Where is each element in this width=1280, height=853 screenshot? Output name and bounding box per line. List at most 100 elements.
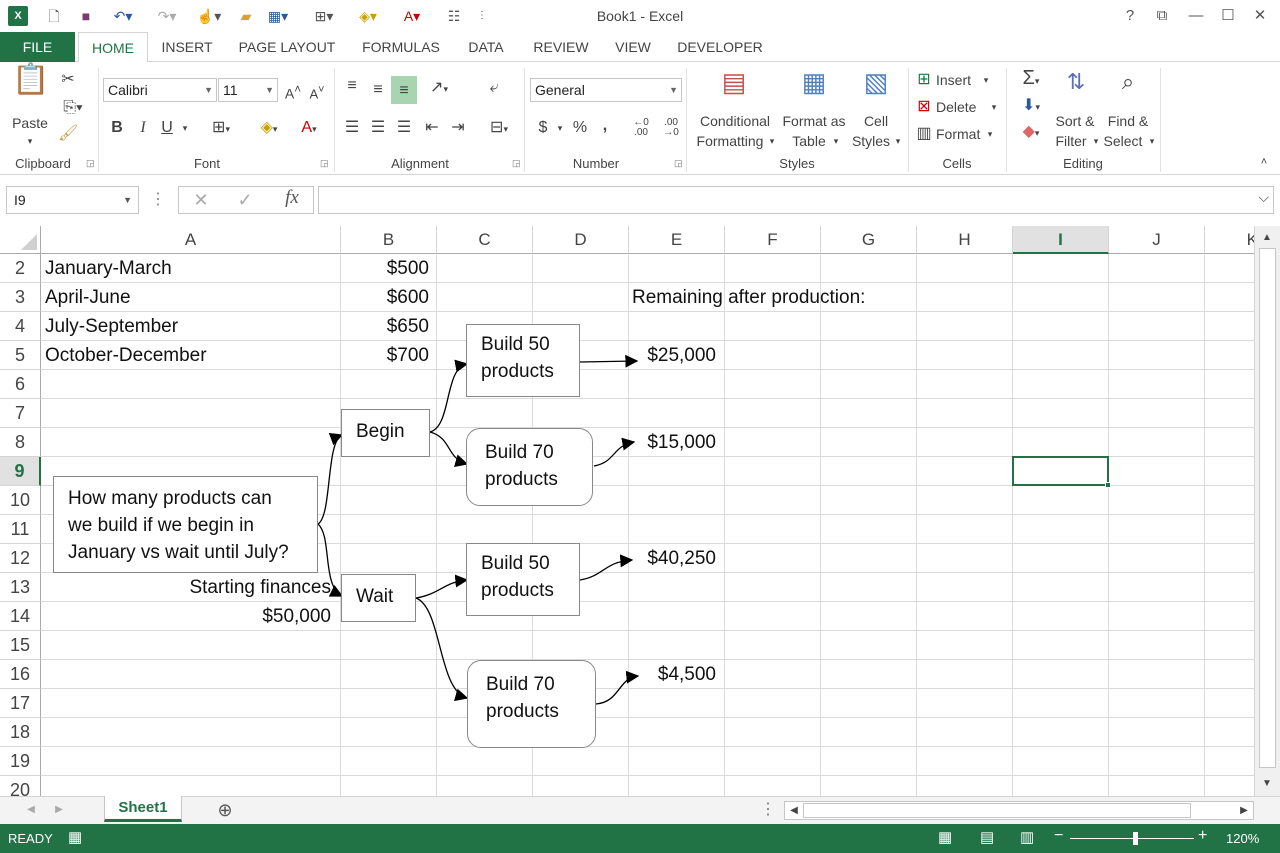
borders-icon[interactable]: ⊞▾ — [204, 118, 238, 139]
clear-icon[interactable]: ◆▾ — [1014, 122, 1048, 143]
chevron-down-icon[interactable]: ▾ — [988, 98, 1000, 116]
middle-align-icon[interactable]: ≡ — [368, 80, 388, 100]
align-center-icon[interactable]: ☰ — [368, 118, 388, 138]
zoom-slider-thumb[interactable] — [1133, 832, 1138, 845]
page-layout-view-icon[interactable]: ▤ — [980, 828, 994, 846]
cancel-icon[interactable]: ✕ — [190, 190, 212, 210]
tab-review[interactable]: REVIEW — [528, 32, 594, 62]
underline-button[interactable]: U — [158, 118, 176, 138]
begin-box[interactable]: Begin — [341, 409, 430, 457]
zoom-slider-track[interactable] — [1070, 838, 1194, 839]
borders-icon[interactable]: ⊞▾ — [308, 6, 340, 26]
font-color-icon[interactable]: A▾ — [292, 118, 326, 139]
scroll-left-icon[interactable]: ◀ — [787, 801, 801, 821]
open-folder-icon[interactable]: ▰ — [236, 6, 256, 26]
delete-cells-icon[interactable]: ⊠ — [914, 97, 934, 117]
tab-formulas[interactable]: FORMULAS — [356, 32, 446, 62]
chevron-down-icon[interactable]: ▾ — [892, 132, 904, 150]
horizontal-scroll-thumb[interactable] — [803, 803, 1191, 818]
zoom-in-icon[interactable]: + — [1198, 827, 1207, 845]
alignment-launcher-icon[interactable]: ◲ — [512, 158, 521, 169]
increase-decimal-icon[interactable]: ←0.00 — [628, 118, 654, 138]
sort-filter-label2[interactable]: Filter — [1050, 132, 1092, 150]
bottom-align-icon[interactable]: ≡ — [391, 76, 417, 104]
touch-mode-icon[interactable]: ☝▾ — [194, 6, 224, 26]
paste-dropdown-icon[interactable]: ▾ — [20, 132, 40, 150]
question-box[interactable]: How many products can we build if we beg… — [53, 476, 318, 573]
format-as-table-label1[interactable]: Format as — [780, 112, 848, 130]
result-15000[interactable]: $15,000 — [640, 428, 716, 457]
worksheet-grid[interactable]: A B C D E F G H I J K 2 3 4 5 6 7 8 9 10… — [0, 226, 1254, 796]
minimize-button[interactable]: — — [1184, 5, 1208, 27]
number-launcher-icon[interactable]: ◲ — [674, 158, 683, 169]
tab-home[interactable]: HOME — [78, 32, 148, 63]
new-file-icon[interactable]: 🗋 — [44, 6, 64, 26]
top-align-icon[interactable]: ≡ — [342, 76, 362, 96]
next-sheet-icon[interactable]: ▶ — [52, 800, 66, 820]
tab-insert[interactable]: INSERT — [158, 32, 216, 62]
conditional-formatting-icon[interactable]: ▤ — [714, 69, 754, 108]
redo-icon[interactable]: ↷▾ — [152, 6, 182, 26]
chart-icon[interactable]: ▦▾ — [262, 6, 294, 26]
build-70-begin-box[interactable]: Build 70 products — [466, 428, 593, 506]
cell-styles-icon[interactable]: ▧ — [856, 69, 896, 108]
close-button[interactable]: ✕ — [1248, 5, 1272, 27]
delete-cells-button[interactable]: Delete — [936, 98, 986, 116]
tab-data[interactable]: DATA — [460, 32, 512, 62]
expand-formula-icon[interactable]: ⌵ — [1258, 189, 1269, 206]
font-name-combo[interactable]: Calibri ▼ — [103, 78, 217, 102]
wait-box[interactable]: Wait — [341, 574, 416, 622]
decrease-indent-icon[interactable]: ⇤ — [422, 118, 442, 138]
result-25000[interactable]: $25,000 — [640, 341, 716, 370]
sort-filter-icon[interactable]: ⇅ — [1056, 71, 1096, 108]
save-icon[interactable]: ■ — [76, 6, 96, 26]
collapse-ribbon-icon[interactable]: ˄ — [1256, 152, 1272, 172]
font-launcher-icon[interactable]: ◲ — [320, 158, 329, 169]
undo-icon[interactable]: ↶▾ — [108, 6, 138, 26]
chevron-down-icon[interactable]: ▾ — [766, 132, 778, 150]
percent-button[interactable]: % — [570, 118, 590, 138]
autosum-icon[interactable]: Σ▾ — [1014, 68, 1048, 91]
result-4500[interactable]: $4,500 — [640, 660, 716, 689]
copy-icon[interactable]: ⎘▾ — [58, 98, 88, 118]
underline-dropdown-icon[interactable]: ▾ — [178, 118, 192, 138]
help-button[interactable]: ? — [1118, 5, 1142, 27]
format-cells-button[interactable]: Format — [936, 125, 986, 143]
tab-developer[interactable]: DEVELOPER — [672, 32, 768, 62]
format-painter-icon[interactable]: 🖌 — [58, 124, 78, 144]
fill-color-icon[interactable]: ◈▾ — [252, 118, 286, 139]
conditional-formatting-label2[interactable]: Formatting — [692, 132, 768, 150]
sheet-tab-sheet1[interactable]: Sheet1 — [104, 796, 182, 822]
insert-cells-icon[interactable]: ⊞ — [914, 70, 934, 90]
page-break-view-icon[interactable]: ▥ — [1020, 828, 1034, 846]
formula-input[interactable]: ⌵ — [318, 186, 1274, 214]
prev-sheet-icon[interactable]: ◀ — [24, 800, 38, 820]
chevron-down-icon[interactable]: ▾ — [984, 125, 996, 143]
insert-function-icon[interactable]: fx — [280, 188, 304, 208]
build-50-wait-box[interactable]: Build 50 products — [466, 543, 580, 616]
ribbon-display-icon[interactable]: ⧉ — [1150, 5, 1174, 27]
comma-button[interactable]: , — [598, 116, 612, 136]
format-cells-icon[interactable]: ▥ — [914, 124, 934, 144]
form-icon[interactable]: ☷ — [444, 6, 464, 26]
chevron-down-icon[interactable]: ▾ — [980, 71, 992, 89]
chevron-down-icon[interactable]: ▾ — [830, 132, 842, 150]
currency-button[interactable]: $ — [534, 118, 552, 138]
tab-page-layout[interactable]: PAGE LAYOUT — [232, 32, 342, 62]
grow-font-icon[interactable]: A˄ — [284, 80, 302, 104]
add-sheet-icon[interactable]: ⊕ — [214, 800, 236, 820]
maximize-button[interactable]: ☐ — [1216, 5, 1240, 27]
normal-view-icon[interactable]: ▦ — [938, 828, 952, 846]
chevron-down-icon[interactable]: ▼ — [123, 187, 132, 213]
insert-cells-button[interactable]: Insert — [936, 71, 976, 89]
paste-icon[interactable]: 📋 — [12, 65, 49, 110]
scroll-down-icon[interactable]: ▼ — [1259, 774, 1275, 794]
cell-styles-label2[interactable]: Styles — [848, 132, 894, 150]
font-color-icon[interactable]: A▾ — [396, 6, 428, 26]
zoom-level[interactable]: 120% — [1226, 831, 1259, 846]
shrink-font-icon[interactable]: A˅ — [308, 80, 326, 104]
bold-button[interactable]: B — [108, 118, 126, 138]
align-left-icon[interactable]: ☰ — [342, 118, 362, 138]
more-options-icon[interactable]: ⋮ — [150, 190, 166, 210]
fill-color-icon[interactable]: ◈▾ — [352, 6, 384, 26]
